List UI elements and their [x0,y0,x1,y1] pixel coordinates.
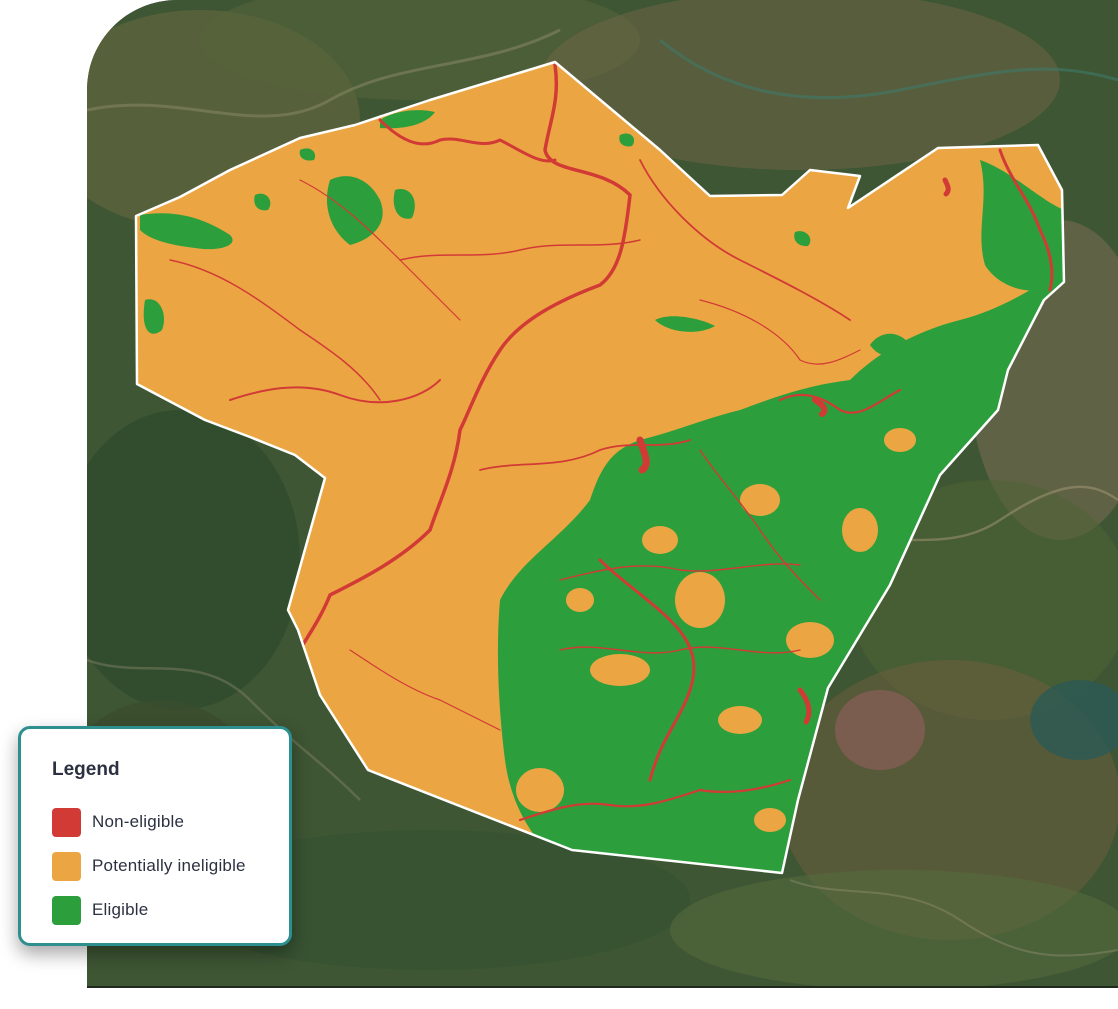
map-bottom-border [87,986,1118,988]
legend-title: Legend [52,759,120,780]
legend-item-non-eligible: Non-eligible [52,807,289,837]
potentially-ineligible-swatch [52,851,81,881]
legend-panel: Legend Non-eligible Potentially ineligib… [18,726,292,946]
eligible-swatch [52,895,81,925]
legend-item-potentially-ineligible: Potentially ineligible [52,851,289,881]
non-eligible-swatch [52,807,81,837]
legend-item-label: Potentially ineligible [92,856,246,875]
legend-item-label: Eligible [92,900,149,919]
legend-item-label: Non-eligible [92,812,185,831]
legend-item-eligible: Eligible [52,895,289,925]
